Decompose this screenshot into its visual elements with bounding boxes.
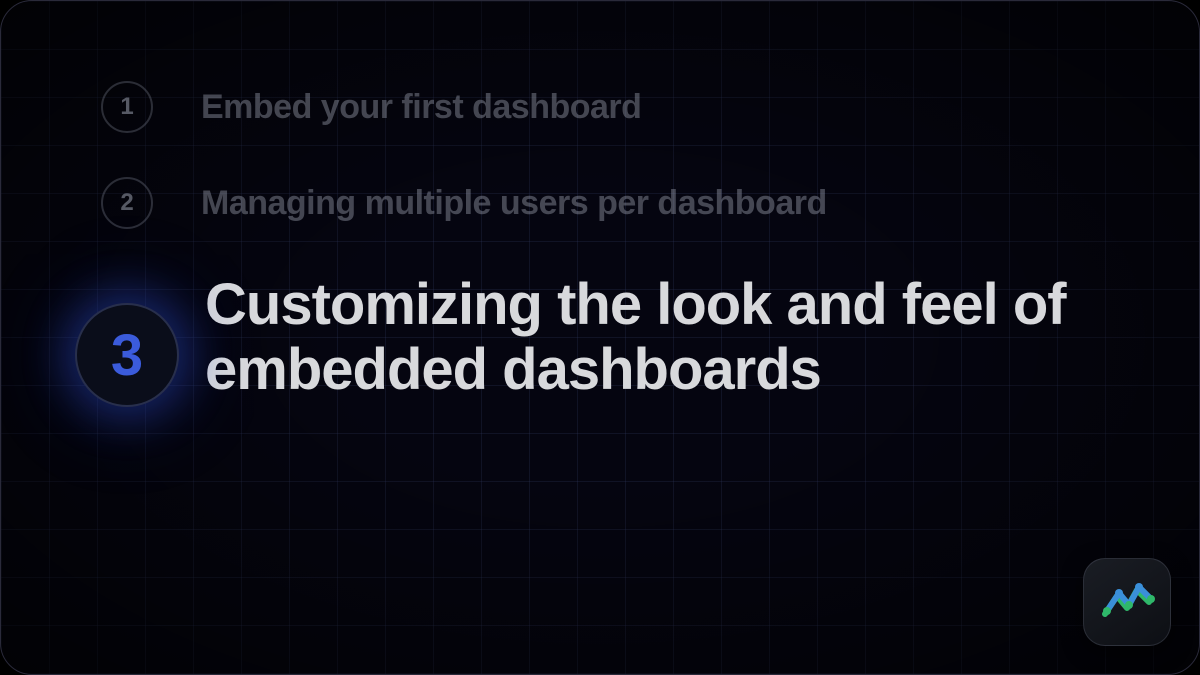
step-row-1: 1 Embed your first dashboard <box>101 81 1099 133</box>
step-row-3-active: 3 Customizing the look and feel of embed… <box>101 273 1099 407</box>
step-title-1: Embed your first dashboard <box>201 81 641 133</box>
step-number-3: 3 <box>111 322 143 389</box>
step-number-1: 1 <box>120 93 133 121</box>
lesson-card: 1 Embed your first dashboard 2 Managing … <box>0 0 1200 675</box>
step-row-2: 2 Managing multiple users per dashboard <box>101 177 1099 229</box>
step-number-2: 2 <box>120 189 133 217</box>
step-badge-3-active: 3 <box>75 303 179 407</box>
content-area: 1 Embed your first dashboard 2 Managing … <box>1 1 1199 674</box>
step-title-3-active: Customizing the look and feel of embedde… <box>205 273 1099 403</box>
step-badge-1: 1 <box>101 81 153 133</box>
step-badge-2: 2 <box>101 177 153 229</box>
step-title-2: Managing multiple users per dashboard <box>201 177 827 229</box>
